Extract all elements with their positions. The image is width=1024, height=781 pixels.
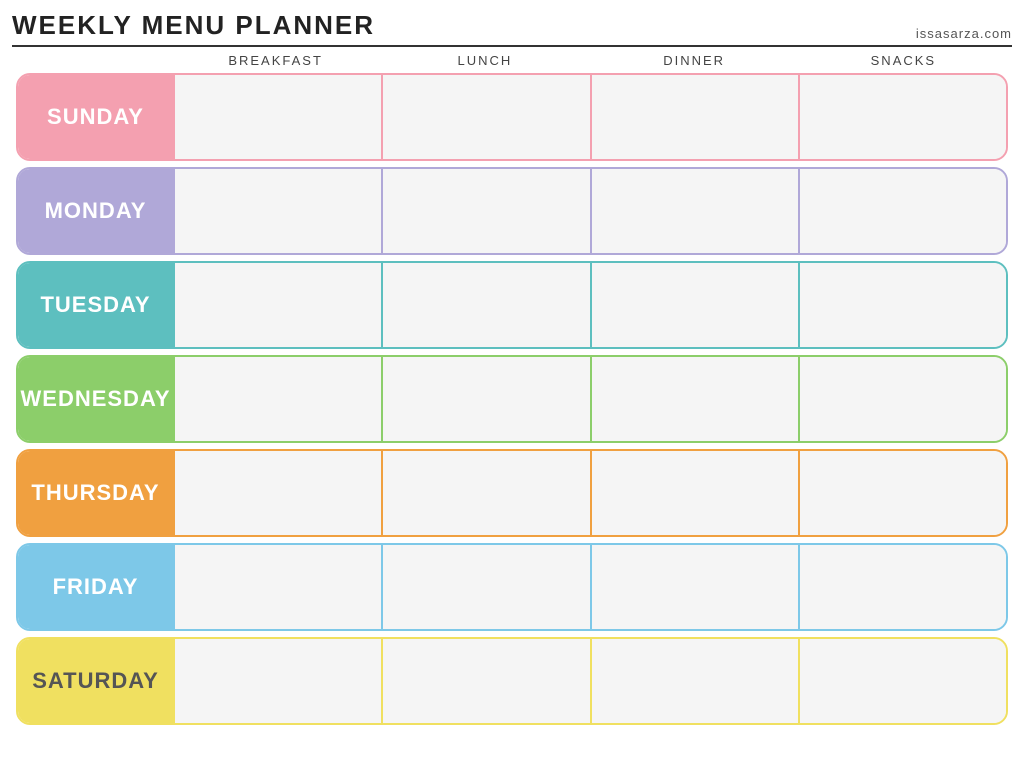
friday-breakfast[interactable] <box>173 545 381 629</box>
thursday-breakfast[interactable] <box>173 451 381 535</box>
thursday-dinner[interactable] <box>590 451 798 535</box>
saturday-dinner[interactable] <box>590 639 798 723</box>
row-saturday: Saturday <box>16 637 1008 725</box>
label-wednesday: Wednesday <box>18 357 173 441</box>
label-thursday: Thursday <box>18 451 173 535</box>
col-header-breakfast: Breakfast <box>171 53 380 68</box>
wednesday-breakfast[interactable] <box>173 357 381 441</box>
row-sunday: Sunday <box>16 73 1008 161</box>
thursday-lunch[interactable] <box>381 451 589 535</box>
col-header-lunch: Lunch <box>380 53 589 68</box>
col-header-empty <box>16 53 171 68</box>
tuesday-dinner[interactable] <box>590 263 798 347</box>
monday-snacks[interactable] <box>798 169 1006 253</box>
label-friday: Friday <box>18 545 173 629</box>
col-header-dinner: Dinner <box>590 53 799 68</box>
saturday-snacks[interactable] <box>798 639 1006 723</box>
row-wednesday: Wednesday <box>16 355 1008 443</box>
friday-lunch[interactable] <box>381 545 589 629</box>
page-title: Weekly Menu Planner <box>12 10 375 41</box>
thursday-snacks[interactable] <box>798 451 1006 535</box>
tuesday-lunch[interactable] <box>381 263 589 347</box>
page-container: Weekly Menu Planner issasarza.com Breakf… <box>12 10 1012 725</box>
wednesday-snacks[interactable] <box>798 357 1006 441</box>
label-saturday: Saturday <box>18 639 173 723</box>
tuesday-breakfast[interactable] <box>173 263 381 347</box>
wednesday-dinner[interactable] <box>590 357 798 441</box>
sunday-dinner[interactable] <box>590 75 798 159</box>
sunday-breakfast[interactable] <box>173 75 381 159</box>
row-monday: Monday <box>16 167 1008 255</box>
row-tuesday: Tuesday <box>16 261 1008 349</box>
col-header-snacks: Snacks <box>799 53 1008 68</box>
friday-snacks[interactable] <box>798 545 1006 629</box>
row-friday: Friday <box>16 543 1008 631</box>
row-thursday: Thursday <box>16 449 1008 537</box>
website-label: issasarza.com <box>916 26 1012 41</box>
column-headers: Breakfast Lunch Dinner Snacks <box>12 53 1012 68</box>
saturday-lunch[interactable] <box>381 639 589 723</box>
sunday-lunch[interactable] <box>381 75 589 159</box>
planner-grid: Sunday Monday Tuesday Wednesday <box>12 73 1012 725</box>
wednesday-lunch[interactable] <box>381 357 589 441</box>
label-monday: Monday <box>18 169 173 253</box>
friday-dinner[interactable] <box>590 545 798 629</box>
monday-dinner[interactable] <box>590 169 798 253</box>
monday-breakfast[interactable] <box>173 169 381 253</box>
page-header: Weekly Menu Planner issasarza.com <box>12 10 1012 47</box>
label-tuesday: Tuesday <box>18 263 173 347</box>
monday-lunch[interactable] <box>381 169 589 253</box>
label-sunday: Sunday <box>18 75 173 159</box>
saturday-breakfast[interactable] <box>173 639 381 723</box>
sunday-snacks[interactable] <box>798 75 1006 159</box>
tuesday-snacks[interactable] <box>798 263 1006 347</box>
